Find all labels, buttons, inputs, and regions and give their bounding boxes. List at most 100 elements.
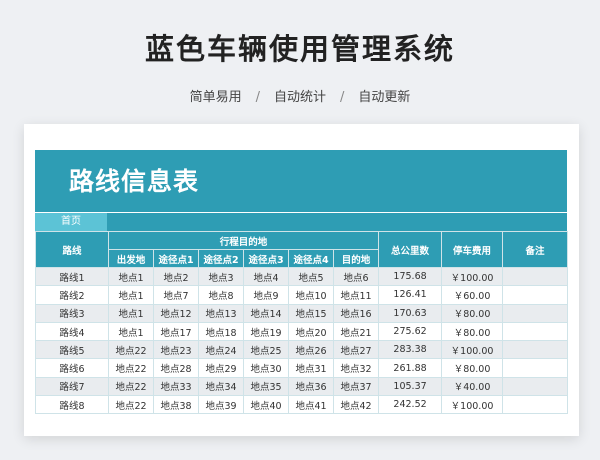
cell-waypoint-3[interactable]: 地点25 xyxy=(243,340,289,360)
cell-remarks[interactable] xyxy=(502,303,569,323)
cell-waypoint-3[interactable]: 地点19 xyxy=(243,321,289,342)
table-row: 路线3 地点1 地点12 地点13 地点14 地点15 地点16 170.63 ￥80.00 xyxy=(35,303,569,323)
feature-separator: / xyxy=(340,90,345,105)
cell-waypoint-4[interactable]: 地点36 xyxy=(288,376,334,397)
cell-remarks[interactable] xyxy=(502,376,569,397)
cell-waypoint-4[interactable]: 地点10 xyxy=(288,285,334,305)
cell-route[interactable]: 路线7 xyxy=(35,376,109,397)
cell-route[interactable]: 路线5 xyxy=(35,340,109,360)
cell-parking-fee[interactable]: ￥100.00 xyxy=(441,395,504,415)
cell-waypoint-1[interactable]: 地点12 xyxy=(153,303,199,323)
cell-parking-fee[interactable]: ￥60.00 xyxy=(441,285,504,305)
cell-waypoint-1[interactable]: 地点7 xyxy=(153,285,199,305)
cell-waypoint-4[interactable]: 地点41 xyxy=(288,395,334,415)
cell-parking-fee[interactable]: ￥100.00 xyxy=(441,266,504,287)
cell-waypoint-1[interactable]: 地点28 xyxy=(153,358,199,378)
cell-route[interactable]: 路线4 xyxy=(35,321,109,342)
cell-total-km[interactable]: 175.68 xyxy=(378,266,443,287)
feature-update: 自动更新 xyxy=(358,90,411,105)
cell-destination[interactable]: 地点11 xyxy=(332,285,380,305)
cell-waypoint-4[interactable]: 地点31 xyxy=(288,358,334,378)
cell-route[interactable]: 路线6 xyxy=(35,358,109,378)
cell-waypoint-4[interactable]: 地点15 xyxy=(288,303,334,323)
cell-parking-fee[interactable]: ￥40.00 xyxy=(441,376,504,397)
cell-waypoint-1[interactable]: 地点23 xyxy=(153,340,199,360)
cell-waypoint-1[interactable]: 地点17 xyxy=(153,321,199,342)
cell-total-km[interactable]: 275.62 xyxy=(378,321,443,342)
cell-parking-fee[interactable]: ￥80.00 xyxy=(441,321,504,342)
table-row: 路线8 地点22 地点38 地点39 地点40 地点41 地点42 242.52 ￥100.00 xyxy=(35,395,569,415)
cell-remarks[interactable] xyxy=(502,266,569,287)
cell-parking-fee[interactable]: ￥80.00 xyxy=(441,303,504,323)
cell-origin[interactable]: 地点22 xyxy=(108,340,154,360)
cell-waypoint-3[interactable]: 地点4 xyxy=(243,266,289,287)
cell-waypoint-3[interactable]: 地点9 xyxy=(243,285,289,305)
cell-total-km[interactable]: 283.38 xyxy=(378,340,443,360)
feature-stats: 自动统计 xyxy=(273,90,326,105)
sheet-title: 路线信息表 xyxy=(69,167,200,196)
cell-route[interactable]: 路线1 xyxy=(35,266,109,287)
cell-waypoint-4[interactable]: 地点5 xyxy=(288,266,334,287)
cell-waypoint-1[interactable]: 地点38 xyxy=(153,395,199,415)
cell-waypoint-3[interactable]: 地点40 xyxy=(243,395,289,415)
col-itinerary: 行程目的地 xyxy=(107,231,380,250)
cell-waypoint-2[interactable]: 地点13 xyxy=(198,303,244,323)
table-row: 路线4 地点1 地点17 地点18 地点19 地点20 地点21 275.62 ￥80.00 xyxy=(35,321,569,342)
cell-waypoint-2[interactable]: 地点29 xyxy=(198,358,244,378)
col-waypoint-1: 途径点1 xyxy=(153,249,199,268)
cell-waypoint-4[interactable]: 地点20 xyxy=(288,321,334,342)
table-row: 路线1 地点1 地点2 地点3 地点4 地点5 地点6 175.68 ￥100.00 xyxy=(35,266,569,287)
cell-total-km[interactable]: 170.63 xyxy=(378,303,443,323)
cell-waypoint-2[interactable]: 地点39 xyxy=(198,395,244,415)
cell-origin[interactable]: 地点22 xyxy=(108,358,154,378)
cell-route[interactable]: 路线3 xyxy=(35,303,109,323)
cell-waypoint-3[interactable]: 地点14 xyxy=(243,303,289,323)
cell-destination[interactable]: 地点16 xyxy=(332,303,380,323)
cell-origin[interactable]: 地点1 xyxy=(108,266,154,287)
cell-remarks[interactable] xyxy=(502,395,569,415)
cell-waypoint-2[interactable]: 地点18 xyxy=(198,321,244,342)
cell-waypoint-2[interactable]: 地点24 xyxy=(198,340,244,360)
cell-total-km[interactable]: 105.37 xyxy=(378,376,443,397)
cell-origin[interactable]: 地点1 xyxy=(108,303,154,323)
cell-destination[interactable]: 地点21 xyxy=(332,321,380,342)
cell-total-km[interactable]: 126.41 xyxy=(378,285,443,305)
cell-remarks[interactable] xyxy=(502,340,569,360)
cell-origin[interactable]: 地点22 xyxy=(108,395,154,415)
route-table: 路线 行程目的地 总公里数 停车费用 备注 出发地 途径点1 途径点2 途径点3… xyxy=(35,231,569,415)
cell-destination[interactable]: 地点42 xyxy=(332,395,380,415)
cell-remarks[interactable] xyxy=(502,285,569,305)
cell-waypoint-4[interactable]: 地点26 xyxy=(288,340,334,360)
cell-destination[interactable]: 地点37 xyxy=(332,376,380,397)
cell-remarks[interactable] xyxy=(502,321,569,342)
col-destination: 目的地 xyxy=(332,249,380,268)
col-remarks: 备注 xyxy=(502,231,569,268)
cell-total-km[interactable]: 261.88 xyxy=(378,358,443,378)
sheet-banner: 路线信息表 xyxy=(35,150,567,212)
cell-waypoint-3[interactable]: 地点35 xyxy=(243,376,289,397)
cell-parking-fee[interactable]: ￥80.00 xyxy=(441,358,504,378)
cell-waypoint-3[interactable]: 地点30 xyxy=(243,358,289,378)
cell-parking-fee[interactable]: ￥100.00 xyxy=(441,340,504,360)
cell-total-km[interactable]: 242.52 xyxy=(378,395,443,415)
cell-waypoint-2[interactable]: 地点3 xyxy=(198,266,244,287)
cell-destination[interactable]: 地点6 xyxy=(332,266,380,287)
page-title: 蓝色车辆使用管理系统 xyxy=(144,32,455,66)
cell-route[interactable]: 路线8 xyxy=(35,395,109,415)
home-tab[interactable]: 首页 xyxy=(35,213,107,231)
col-waypoint-4: 途径点4 xyxy=(288,249,334,268)
cell-route[interactable]: 路线2 xyxy=(35,285,109,305)
cell-destination[interactable]: 地点27 xyxy=(332,340,380,360)
cell-origin[interactable]: 地点1 xyxy=(108,285,154,305)
cell-waypoint-2[interactable]: 地点34 xyxy=(198,376,244,397)
cell-remarks[interactable] xyxy=(502,358,569,378)
table-row: 路线2 地点1 地点7 地点8 地点9 地点10 地点11 126.41 ￥60.00 xyxy=(35,285,569,305)
cell-origin[interactable]: 地点1 xyxy=(108,321,154,342)
cell-destination[interactable]: 地点32 xyxy=(332,358,380,378)
tab-strip xyxy=(107,213,567,231)
cell-waypoint-1[interactable]: 地点33 xyxy=(153,376,199,397)
cell-waypoint-2[interactable]: 地点8 xyxy=(198,285,244,305)
sheet-card: 路线信息表 首页 路线 行程目的地 总公里数 停车费用 备注 出发地 途径点1 … xyxy=(24,124,579,436)
cell-origin[interactable]: 地点22 xyxy=(108,376,154,397)
cell-waypoint-1[interactable]: 地点2 xyxy=(153,266,199,287)
